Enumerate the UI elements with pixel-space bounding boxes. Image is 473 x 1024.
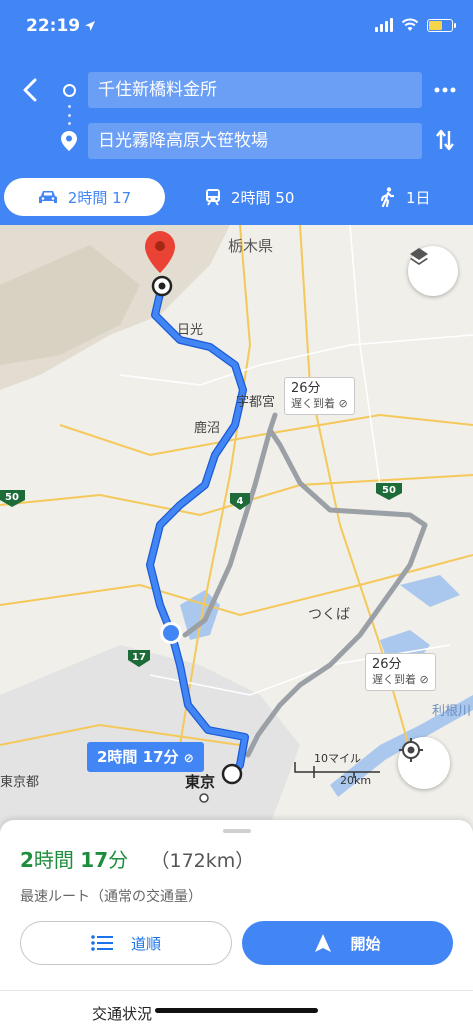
toll-icon: ⊘	[338, 397, 348, 410]
tab-transit-label: 2時間 50	[231, 188, 295, 207]
list-icon	[91, 935, 113, 951]
swap-arrows-icon	[436, 129, 454, 151]
main-route-time: 2時間 17分	[97, 748, 179, 766]
map-view[interactable]: 50 50 4 17 栃木県 日光 宇都宮 鹿沼 つくば 東京 東京都 利根川 …	[0, 225, 473, 835]
destination-pin-icon	[61, 131, 77, 151]
scale-km: 20km	[340, 774, 372, 787]
alt-route-2-note: 遅く到着	[372, 673, 416, 686]
sheet-divider	[0, 990, 473, 991]
location-arrow-icon	[85, 21, 96, 31]
alt-route-2-time: 26分	[372, 657, 402, 672]
travel-mode-tabs: 2時間 17 2時間 50 1日	[0, 178, 473, 216]
alt-route-callout-2[interactable]: 26分 遅く到着 ⊘	[365, 653, 436, 691]
map-label-kanuma: 鹿沼	[194, 421, 221, 436]
main-route-callout[interactable]: 2時間 17分 ⊘	[87, 742, 204, 772]
route-summary-sheet[interactable]: 2時間 17分 （172km） 最速ルート（通常の交通量） 道順 開始 交通状況	[0, 820, 473, 1024]
status-icons	[375, 18, 456, 32]
clock-text: 22:19	[26, 16, 81, 36]
battery-icon	[427, 18, 456, 32]
map-scale: 10マイル 20km	[294, 750, 384, 790]
tab-car[interactable]: 2時間 17	[4, 178, 165, 216]
steps-button[interactable]: 道順	[20, 921, 232, 965]
start-navigation-button[interactable]: 開始	[242, 921, 453, 965]
traffic-section-label: 交通状況	[92, 1005, 153, 1023]
alt-route-1-note: 遅く到着	[291, 397, 335, 410]
train-icon	[206, 189, 220, 206]
tab-transit[interactable]: 2時間 50	[205, 178, 294, 216]
start-button-label: 開始	[350, 934, 381, 953]
tab-walk[interactable]: 1日	[380, 178, 431, 216]
home-indicator[interactable]	[155, 1008, 318, 1013]
origin-dot-icon	[63, 84, 76, 97]
map-label-tone-river: 利根川	[432, 704, 472, 719]
directions-header: 22:19 千住新橋料金所 日光霧降高原大笹牧場 2時間 17 2時間 50 1…	[0, 0, 473, 225]
route-50-left-text: 50	[5, 492, 19, 503]
back-button[interactable]	[16, 76, 44, 104]
layers-button[interactable]	[408, 246, 458, 296]
back-arrow-icon	[23, 78, 37, 102]
tab-walk-label: 1日	[406, 188, 431, 207]
eta-minutes-unit: 分	[108, 848, 129, 872]
route-17-text: 17	[132, 652, 146, 663]
tokyo-station-icon	[199, 793, 209, 803]
more-dots-icon	[434, 87, 456, 93]
map-label-tokyo: 東京	[185, 773, 216, 791]
route-50-right-text: 50	[382, 485, 396, 496]
map-label-utsunomiya: 宇都宮	[236, 395, 276, 410]
eta-hours-unit: 時間	[33, 848, 74, 872]
crosshair-icon	[399, 738, 423, 762]
map-label-nikko: 日光	[177, 323, 204, 338]
wifi-icon	[401, 18, 419, 31]
eta-minutes: 17	[80, 848, 109, 872]
swap-route-button[interactable]	[431, 126, 459, 154]
toll-icon: ⊘	[419, 673, 429, 686]
navigation-arrow-icon	[315, 934, 332, 952]
status-bar: 22:19	[0, 0, 473, 56]
status-time: 22:19	[26, 16, 96, 36]
route-4-text: 4	[237, 496, 244, 507]
eta-hours: 2	[20, 848, 34, 872]
toll-icon: ⊘	[183, 751, 194, 765]
my-location-button[interactable]	[398, 737, 450, 789]
route-connector	[68, 105, 71, 125]
origin-field[interactable]: 千住新橋料金所	[88, 72, 422, 108]
route-description: 最速ルート（通常の交通量）	[20, 889, 202, 905]
cellular-signal-icon	[375, 18, 393, 32]
walking-person-icon	[380, 187, 395, 207]
more-options-button[interactable]	[431, 78, 459, 102]
route-distance: （172km）	[150, 850, 255, 872]
car-icon	[38, 191, 57, 203]
map-label-tokyo-to: 東京都	[0, 775, 40, 790]
origin-marker	[221, 763, 243, 785]
layers-icon	[410, 248, 428, 265]
sheet-drag-handle[interactable]	[223, 829, 251, 833]
lake-small	[400, 575, 460, 607]
map-label-tsukuba: つくば	[308, 607, 350, 623]
eta-summary: 2時間 17分 （172km）	[20, 844, 254, 873]
tab-car-label: 2時間 17	[67, 188, 132, 207]
steps-button-label: 道順	[130, 934, 161, 953]
alt-route-1-time: 26分	[291, 381, 321, 396]
map-label-tochigi: 栃木県	[228, 237, 274, 255]
destination-field[interactable]: 日光霧降高原大笹牧場	[88, 123, 422, 159]
alt-route-callout-1[interactable]: 26分 遅く到着 ⊘	[284, 377, 355, 415]
